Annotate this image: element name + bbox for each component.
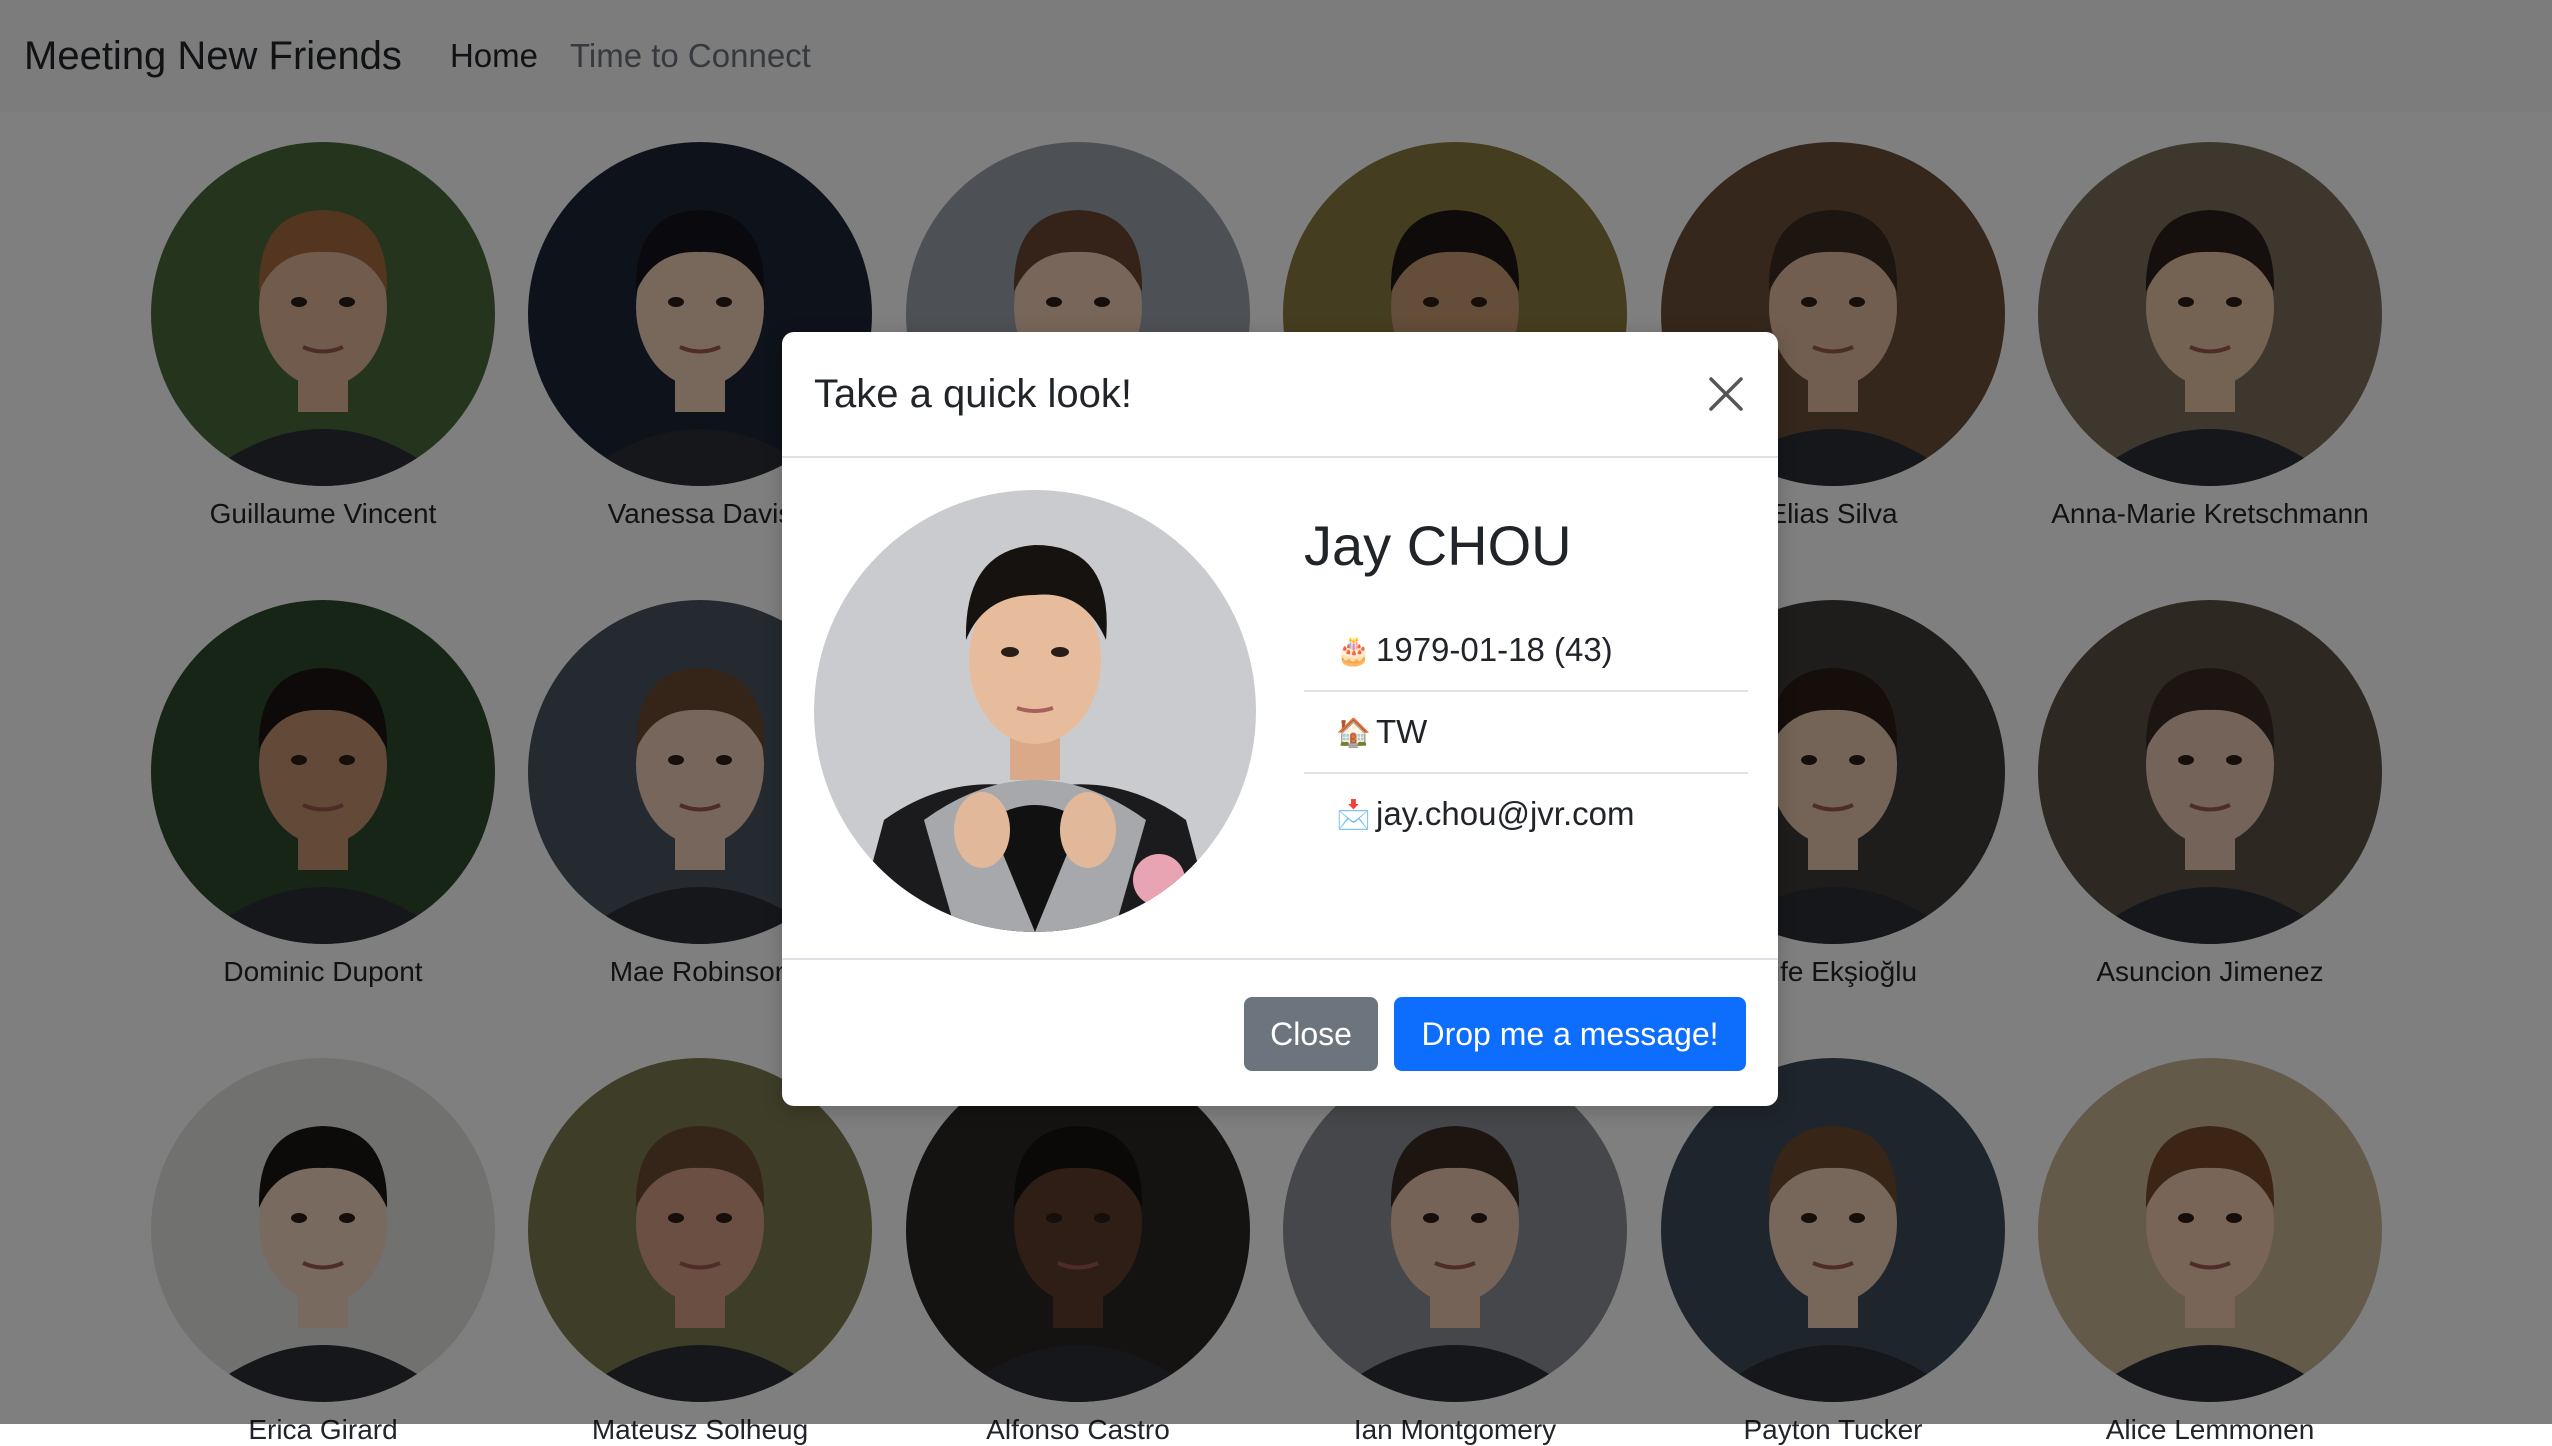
modal-body: Jay CHOU 🎂 1979-01-18 (43) 🏠 TW 📩 jay.ch…	[782, 458, 1778, 960]
modal-title: Take a quick look!	[814, 371, 1132, 416]
birthday-row: 🎂 1979-01-18 (43)	[1304, 610, 1748, 692]
close-button[interactable]: Close	[1244, 997, 1378, 1071]
quick-look-modal: Take a quick look! Jay CHOU 🎂 1979-01-18…	[782, 332, 1778, 1106]
person-name: Jay CHOU	[1304, 514, 1572, 577]
birthday-cake-icon: 🎂	[1336, 634, 1371, 666]
profile-info: Jay CHOU 🎂 1979-01-18 (43) 🏠 TW 📩 jay.ch…	[1304, 518, 1748, 854]
modal-footer: Close Drop me a message!	[782, 960, 1778, 1106]
close-icon[interactable]	[1702, 370, 1750, 418]
country-row: 🏠 TW	[1304, 692, 1748, 774]
envelope-icon: 📩	[1336, 798, 1371, 830]
drop-message-button[interactable]: Drop me a message!	[1394, 997, 1746, 1071]
modal-header: Take a quick look!	[782, 332, 1778, 458]
profile-photo	[814, 490, 1256, 932]
email-value: jay.chou@jvr.com	[1376, 795, 1635, 832]
home-icon: 🏠	[1336, 716, 1371, 748]
birthday-value: 1979-01-18 (43)	[1376, 631, 1613, 668]
country-value: TW	[1376, 713, 1428, 750]
email-row: 📩 jay.chou@jvr.com	[1304, 774, 1748, 854]
